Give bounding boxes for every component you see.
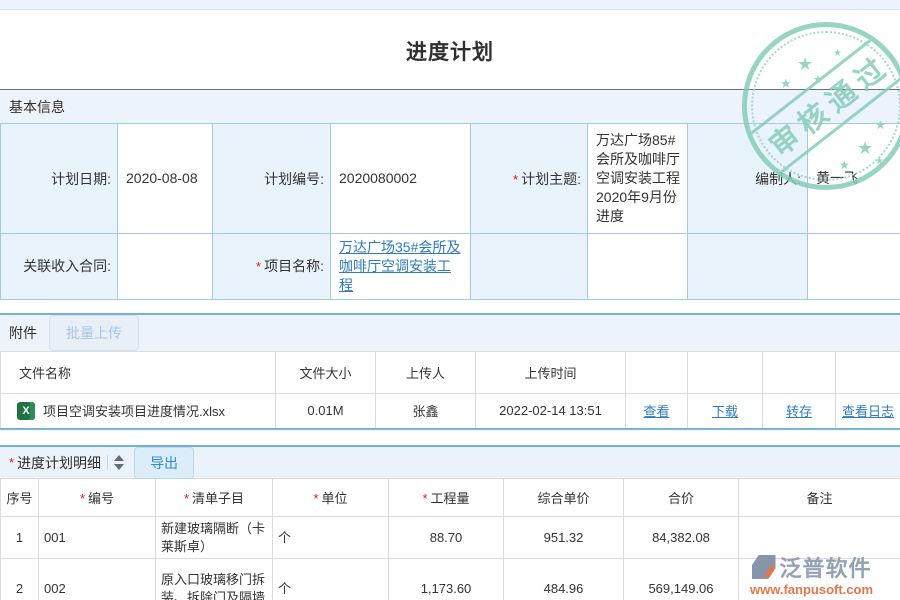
file-name-text: 项目空调安装项目进度情况.xlsx: [43, 401, 225, 420]
required-mark-icon: *: [9, 455, 14, 470]
col-item: *清单子目: [156, 479, 273, 517]
subject-label: *计划主题:: [471, 124, 588, 234]
basic-info-row-1: 计划日期: 2020-08-08 计划编号: 2020080002 *计划主题:…: [1, 124, 900, 234]
creator-label: 编制人:: [688, 124, 808, 234]
row-unit-price: 951.32: [504, 517, 624, 559]
vendor-url: www.fanpusoft.com: [750, 582, 873, 597]
row-code: 001: [39, 517, 156, 559]
col-quantity: *工程量: [389, 479, 504, 517]
file-upload-time: 2022-02-14 13:51: [476, 393, 626, 429]
required-mark-icon: *: [513, 172, 518, 187]
row-unit: 个: [273, 559, 389, 600]
subject-value: 万达广场85#会所及咖啡厅空调安装工程2020年9月份进度: [588, 124, 688, 234]
section-basic-info: 基本信息: [0, 89, 900, 123]
file-view-cell: 查看: [626, 393, 688, 429]
basic-info-row-2: 关联收入合同: *项目名称: 万达广场35#会所及咖啡厅空调安装工程: [1, 234, 900, 300]
sort-down-icon: [114, 464, 124, 470]
row-item: 原入口玻璃移门拆装、拆除门及隔墙: [156, 559, 273, 600]
empty-label-cell: [688, 234, 808, 300]
vendor-logo: 泛普软件 www.fanpusoft.com: [750, 551, 873, 597]
required-mark-icon: *: [422, 491, 427, 506]
row-seq: 2: [1, 559, 39, 600]
col-unit-price: 综合单价: [504, 479, 624, 517]
basic-info-table: 计划日期: 2020-08-08 计划编号: 2020080002 *计划主题:…: [0, 123, 900, 300]
row-total: 569,149.06: [624, 559, 739, 600]
empty-label-cell: [471, 234, 588, 300]
plan-detail-title: 进度计划明细: [17, 453, 101, 473]
detail-header-row: 序号 *编号 *清单子目 *单位 *工程量 综合单价 合价 备注: [1, 479, 900, 517]
excel-file-icon: X: [17, 402, 35, 420]
plan-no-label: 计划编号:: [213, 124, 331, 234]
attachment-table: 文件名称 文件大小 上传人 上传时间 X 项目空调安装项目进度情况.xlsx 0…: [0, 351, 900, 431]
file-log-cell: 查看日志: [836, 393, 900, 429]
required-mark-icon: *: [256, 259, 261, 274]
attachment-header-row: 文件名称 文件大小 上传人 上传时间: [1, 351, 900, 393]
row-unit: 个: [273, 517, 389, 559]
contract-value: [118, 234, 213, 300]
sort-icon[interactable]: [107, 455, 124, 470]
col-seq: 序号: [1, 479, 39, 517]
row-unit-price: 484.96: [504, 559, 624, 600]
section-plan-detail: * 进度计划明细 导出: [0, 445, 900, 478]
view-link[interactable]: 查看: [643, 404, 669, 419]
attachment-row: X 项目空调安装项目进度情况.xlsx 0.01M 张鑫 2022-02-14 …: [1, 393, 900, 429]
col-action-empty: [836, 351, 900, 393]
col-uploader: 上传人: [376, 351, 476, 393]
file-name-cell: X 项目空调安装项目进度情况.xlsx: [1, 393, 276, 429]
col-code: *编号: [39, 479, 156, 517]
empty-value-cell: [588, 234, 688, 300]
row-item: 新建玻璃隔断（卡莱斯卓）: [156, 517, 273, 559]
view-log-link[interactable]: 查看日志: [842, 404, 894, 419]
download-link[interactable]: 下载: [712, 404, 738, 419]
col-action-empty: [626, 351, 688, 393]
sort-up-icon: [114, 455, 124, 461]
required-mark-icon: *: [184, 491, 189, 506]
creator-value: 黄一飞: [808, 124, 900, 234]
required-mark-icon: *: [80, 491, 85, 506]
col-action-empty: [763, 351, 836, 393]
page-title: 进度计划: [0, 36, 900, 62]
vendor-name: 泛普软件: [780, 551, 872, 583]
col-upload-time: 上传时间: [476, 351, 626, 393]
file-download-cell: 下载: [688, 393, 763, 429]
top-strip: [0, 0, 900, 10]
fanpu-logo-icon: [752, 555, 776, 579]
required-mark-icon: *: [313, 491, 318, 506]
section-attachments: 附件 批量上传: [0, 313, 900, 351]
file-size: 0.01M: [276, 393, 376, 429]
export-button[interactable]: 导出: [134, 447, 194, 479]
progress-plan-page: 进度计划 基本信息 计划日期: 2020-08-08 计划编号: 2020080…: [0, 0, 900, 600]
row-quantity: 1,173.60: [389, 559, 504, 600]
attachments-title: 附件: [9, 323, 37, 343]
contract-label: 关联收入合同:: [1, 234, 118, 300]
col-remark: 备注: [739, 479, 900, 517]
project-link-cell: 万达广场35#会所及咖啡厅空调安装工程: [331, 234, 471, 300]
plan-date-value: 2020-08-08: [118, 124, 213, 234]
transfer-link[interactable]: 转存: [786, 404, 812, 419]
file-transfer-cell: 转存: [763, 393, 836, 429]
col-file-size: 文件大小: [276, 351, 376, 393]
file-uploader: 张鑫: [376, 393, 476, 429]
section-basic-info-title: 基本信息: [9, 97, 65, 117]
project-label: *项目名称:: [213, 234, 331, 300]
col-action-empty: [688, 351, 763, 393]
batch-upload-button[interactable]: 批量上传: [49, 315, 139, 351]
row-total: 84,382.08: [624, 517, 739, 559]
row-quantity: 88.70: [389, 517, 504, 559]
plan-date-label: 计划日期:: [1, 124, 118, 234]
project-link[interactable]: 万达广场35#会所及咖啡厅空调安装工程: [339, 239, 460, 293]
col-total: 合价: [624, 479, 739, 517]
empty-value-cell: [808, 234, 900, 300]
plan-no-value: 2020080002: [331, 124, 471, 234]
star-icon: ★: [813, 75, 823, 86]
row-code: 002: [39, 559, 156, 600]
col-unit: *单位: [273, 479, 389, 517]
row-seq: 1: [1, 517, 39, 559]
col-file-name: 文件名称: [1, 351, 276, 393]
